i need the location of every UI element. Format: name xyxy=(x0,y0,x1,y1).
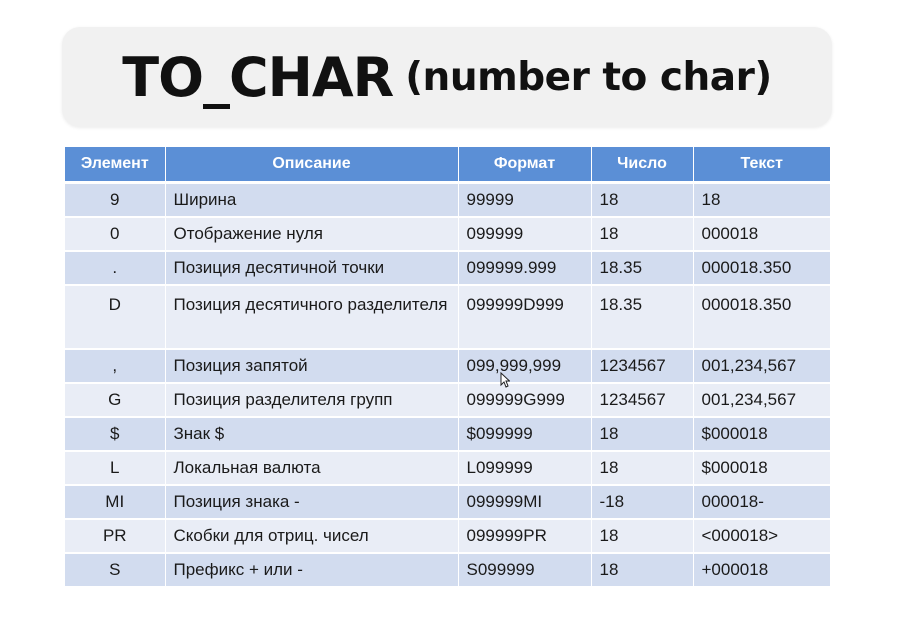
cell-element: 9 xyxy=(65,182,166,218)
cell-format: 099999G999 xyxy=(458,383,592,418)
format-table: Элемент Описание Формат Число Текст 9 Ши… xyxy=(65,147,830,588)
cell-number: 18 xyxy=(591,451,694,486)
cell-text: 001,234,567 xyxy=(693,383,830,418)
table-row: $ Знак $ $099999 18 $000018 xyxy=(65,417,830,452)
table-row: G Позиция разделителя групп 099999G999 1… xyxy=(65,383,830,418)
cell-format: 099999PR xyxy=(458,519,592,554)
cell-description: Позиция разделителя групп xyxy=(165,383,459,418)
table-row: PR Скобки для отриц. чисел 099999PR 18 <… xyxy=(65,519,830,554)
cell-description: Локальная валюта xyxy=(165,451,459,486)
cell-number: 18 xyxy=(591,217,694,252)
cell-element: 0 xyxy=(65,217,166,252)
cell-format: 099,999,999 xyxy=(458,349,592,384)
cell-element: L xyxy=(65,451,166,486)
header-number: Число xyxy=(591,147,694,184)
cell-element: S xyxy=(65,553,166,588)
table-row: D Позиция десятичного разделителя 099999… xyxy=(65,285,830,350)
cell-text: 000018- xyxy=(693,485,830,520)
table-row: MI Позиция знака - 099999MI -18 000018- xyxy=(65,485,830,520)
cell-format: 099999D999 xyxy=(458,285,592,350)
cell-element: D xyxy=(65,285,166,350)
cell-format: $099999 xyxy=(458,417,592,452)
cell-number: 18 xyxy=(591,417,694,452)
cell-element: $ xyxy=(65,417,166,452)
table-header-row: Элемент Описание Формат Число Текст xyxy=(65,147,830,184)
page-subtitle: (number to char) xyxy=(405,54,772,100)
mouse-pointer-icon xyxy=(500,372,510,388)
cell-format: 099999MI xyxy=(458,485,592,520)
cell-number: 18 xyxy=(591,182,694,218)
title-box: TO_CHAR (number to char) xyxy=(62,27,832,127)
cell-number: 18 xyxy=(591,553,694,588)
cell-number: 1234567 xyxy=(591,349,694,384)
cell-text: 000018.350 xyxy=(693,285,830,350)
cell-element: , xyxy=(65,349,166,384)
cell-format: 099999.999 xyxy=(458,251,592,286)
format-table-container: Элемент Описание Формат Число Текст 9 Ши… xyxy=(65,147,830,588)
cell-text: $000018 xyxy=(693,417,830,452)
cell-element: . xyxy=(65,251,166,286)
cell-element: PR xyxy=(65,519,166,554)
cell-number: 18.35 xyxy=(591,285,694,350)
cell-description: Позиция запятой xyxy=(165,349,459,384)
page-title: TO_CHAR xyxy=(122,45,394,109)
cell-description: Отображение нуля xyxy=(165,217,459,252)
cell-description: Ширина xyxy=(165,182,459,218)
cell-description: Позиция десятичной точки xyxy=(165,251,459,286)
table-row: 0 Отображение нуля 099999 18 000018 xyxy=(65,217,830,252)
cell-number: 18 xyxy=(591,519,694,554)
cell-format: 099999 xyxy=(458,217,592,252)
cell-number: 18.35 xyxy=(591,251,694,286)
cell-description: Позиция знака - xyxy=(165,485,459,520)
cell-description: Позиция десятичного разделителя xyxy=(165,285,459,350)
cell-text: 000018 xyxy=(693,217,830,252)
header-text: Текст xyxy=(693,147,830,184)
table-row: 9 Ширина 99999 18 18 xyxy=(65,182,830,218)
cell-format: S099999 xyxy=(458,553,592,588)
table-row: , Позиция запятой 099,999,999 1234567 00… xyxy=(65,349,830,384)
cell-element: G xyxy=(65,383,166,418)
cell-format: L099999 xyxy=(458,451,592,486)
cell-number: -18 xyxy=(591,485,694,520)
table-row: S Префикс + или - S099999 18 +000018 xyxy=(65,553,830,588)
cell-text: 000018.350 xyxy=(693,251,830,286)
header-element: Элемент xyxy=(65,147,166,184)
cell-text: 18 xyxy=(693,182,830,218)
cell-number: 1234567 xyxy=(591,383,694,418)
header-description: Описание xyxy=(165,147,459,184)
cell-description: Скобки для отриц. чисел xyxy=(165,519,459,554)
cell-description: Префикс + или - xyxy=(165,553,459,588)
cell-text: $000018 xyxy=(693,451,830,486)
header-format: Формат xyxy=(458,147,592,184)
cell-text: 001,234,567 xyxy=(693,349,830,384)
cell-text: <000018> xyxy=(693,519,830,554)
cell-text: +000018 xyxy=(693,553,830,588)
table-row: . Позиция десятичной точки 099999.999 18… xyxy=(65,251,830,286)
table-row: L Локальная валюта L099999 18 $000018 xyxy=(65,451,830,486)
cell-element: MI xyxy=(65,485,166,520)
cell-description: Знак $ xyxy=(165,417,459,452)
cell-format: 99999 xyxy=(458,182,592,218)
